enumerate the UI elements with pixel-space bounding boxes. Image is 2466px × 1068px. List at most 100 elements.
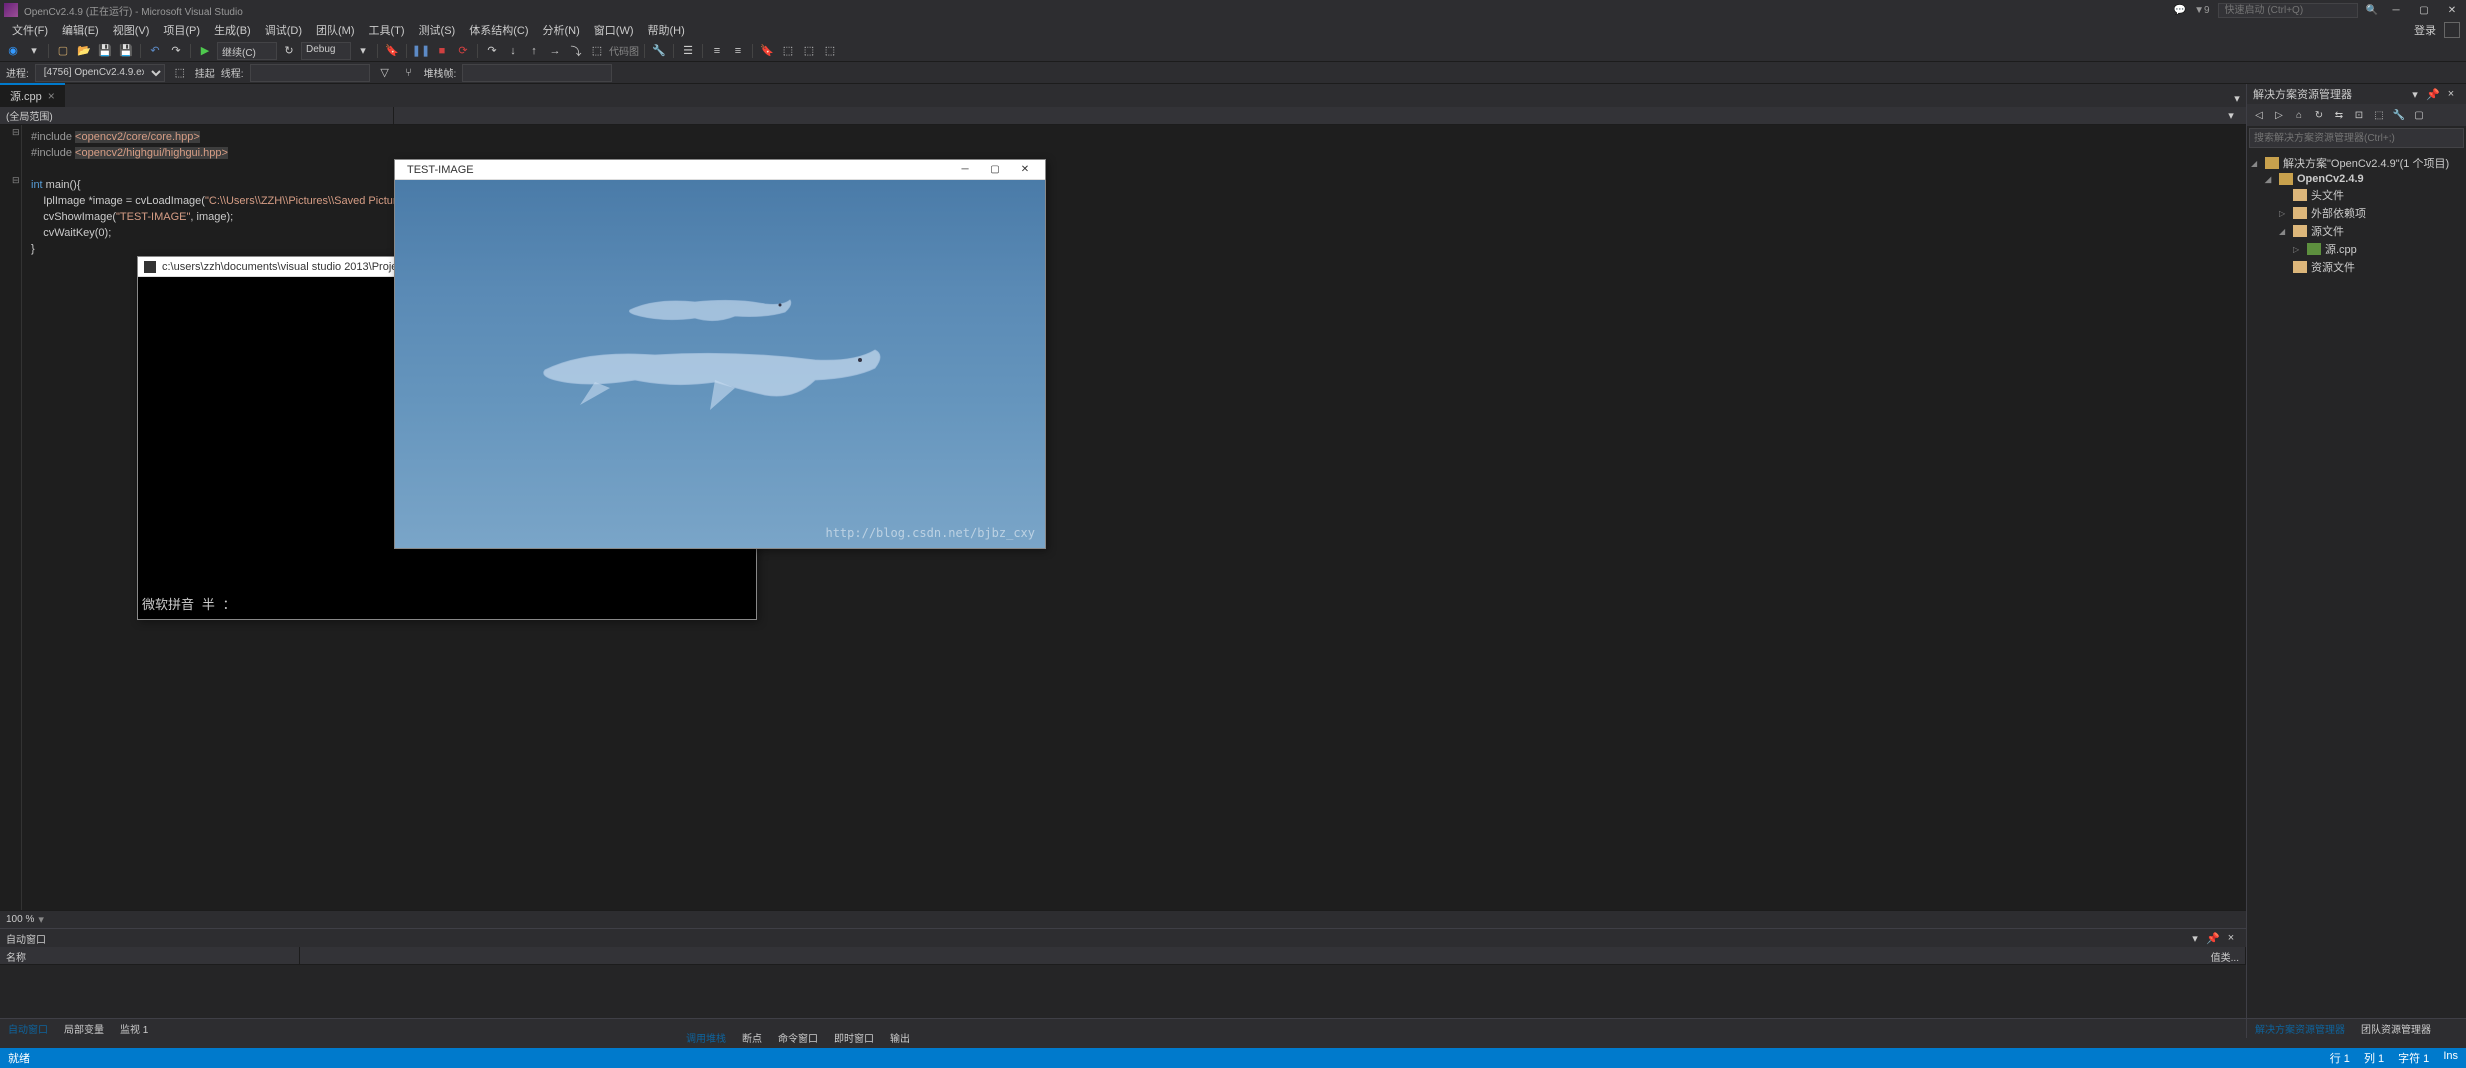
menu-test[interactable]: 测试(S) [413,20,462,40]
collapse-all-icon[interactable]: ⊡ [2351,107,2367,123]
tree-resources[interactable]: 资源文件 [2251,258,2462,276]
sln-close-icon[interactable]: × [2442,85,2460,103]
tab-output[interactable]: 输出 [882,1028,918,1048]
tab-breakpoint[interactable]: 断点 [734,1028,770,1048]
refresh-icon[interactable]: ↻ [2311,107,2327,123]
menu-help[interactable]: 帮助(H) [642,20,691,40]
img-close-button[interactable]: ✕ [1011,162,1039,178]
nav-back-button[interactable]: ◉ [4,42,22,60]
tree-headers[interactable]: 头文件 [2251,186,2462,204]
image-titlebar[interactable]: TEST-IMAGE ─ ▢ ✕ [395,160,1045,180]
forks-icon[interactable]: ⑂ [400,64,418,82]
auto-pin-icon[interactable]: 📌 [2204,929,2222,947]
step-into-button[interactable]: ↓ [504,42,522,60]
minimize-button[interactable]: ─ [2386,2,2406,18]
config-combo[interactable]: Debug [301,42,351,60]
tab-source-cpp[interactable]: 源.cpp × [0,83,65,107]
collapse-icon[interactable]: ⊟ [12,175,20,186]
menu-view[interactable]: 视图(V) [107,20,156,40]
show-next-button[interactable]: → [546,42,564,60]
filter-icon[interactable]: ▽ [376,64,394,82]
toolbox-button[interactable]: 🔧 [650,42,668,60]
account-icon[interactable] [2444,22,2460,38]
tab-callstack[interactable]: 调用堆栈 [678,1028,734,1048]
image-window[interactable]: TEST-IMAGE ─ ▢ ✕ http://blog.csdn.net/bj… [394,159,1046,549]
tab-cmd[interactable]: 命令窗口 [770,1028,826,1048]
nav-fwd-button[interactable]: ▾ [25,42,43,60]
zoom-level[interactable]: 100 % [6,914,34,925]
bookmark2-button[interactable]: ⬚ [779,42,797,60]
solution-search-input[interactable] [2249,128,2464,148]
tab-team[interactable]: 团队资源管理器 [2353,1019,2439,1038]
save-all-button[interactable]: 💾 [117,42,135,60]
step-out-button[interactable]: ↑ [525,42,543,60]
suspend-button[interactable]: ⬚ [171,64,189,82]
tab-solution[interactable]: 解决方案资源管理器 [2247,1019,2353,1038]
tree-source-cpp[interactable]: ▷源.cpp [2251,240,2462,258]
step-button[interactable]: ⤵ [567,42,585,60]
sync-icon[interactable]: ⇆ [2331,107,2347,123]
menu-project[interactable]: 项目(P) [157,20,206,40]
img-maximize-button[interactable]: ▢ [981,162,1009,178]
menu-window[interactable]: 窗口(W) [588,20,640,40]
notification-icon[interactable]: 💬 [2174,5,2186,16]
menu-debug[interactable]: 调试(D) [259,20,308,40]
bookmark4-button[interactable]: ⬚ [821,42,839,60]
sln-pin-icon[interactable]: 📌 [2424,85,2442,103]
tree-external[interactable]: ▷外部依赖项 [2251,204,2462,222]
indent-button[interactable]: ≡ [708,42,726,60]
tab-auto[interactable]: 自动窗口 [0,1019,56,1038]
tree-project[interactable]: ◢OpenCv2.4.9 [2251,172,2462,186]
show-all-icon[interactable]: ⬚ [2371,107,2387,123]
hex-button[interactable]: ⬚ [588,42,606,60]
find-button[interactable]: 🔖 [383,42,401,60]
outdent-button[interactable]: ≡ [729,42,747,60]
new-project-button[interactable]: ▢ [54,42,72,60]
search-icon[interactable]: 🔍 [2366,5,2378,16]
tab-dropdown-icon[interactable]: ▾ [2228,89,2246,107]
continue-combo[interactable]: 继续(C) [217,42,277,60]
tab-local[interactable]: 局部变量 [56,1019,112,1038]
process-select[interactable]: [4756] OpenCv2.4.9.exe [35,64,165,82]
collapse-icon[interactable]: ⊟ [12,127,20,138]
preview-icon[interactable]: ▢ [2411,107,2427,123]
col-name[interactable]: 名称 [0,947,300,964]
menu-build[interactable]: 生成(B) [208,20,257,40]
tab-watch[interactable]: 监视 1 [112,1019,156,1038]
tab-close-icon[interactable]: × [48,89,55,103]
back-icon[interactable]: ◁ [2251,107,2267,123]
sln-dropdown-icon[interactable]: ▾ [2406,85,2424,103]
zoom-dropdown-icon[interactable]: ▾ [38,913,44,926]
quick-launch-input[interactable] [2218,3,2358,18]
redo-button[interactable]: ↷ [167,42,185,60]
stackframe-input[interactable] [462,64,612,82]
tree-solution[interactable]: ◢解决方案"OpenCv2.4.9"(1 个项目) [2251,154,2462,172]
fwd-icon[interactable]: ▷ [2271,107,2287,123]
menu-team[interactable]: 团队(M) [310,20,361,40]
col-value[interactable]: 值类... [300,947,2246,964]
menu-arch[interactable]: 体系结构(C) [463,20,534,40]
restart-button[interactable]: ⟳ [454,42,472,60]
login-link[interactable]: 登录 [2414,22,2436,38]
home-icon[interactable]: ⌂ [2291,107,2307,123]
save-button[interactable]: 💾 [96,42,114,60]
stop-button[interactable]: ■ [433,42,451,60]
close-button[interactable]: ✕ [2442,2,2462,18]
menu-edit[interactable]: 编辑(E) [56,20,105,40]
comment-button[interactable]: ☰ [679,42,697,60]
open-file-button[interactable]: 📂 [75,42,93,60]
maximize-button[interactable]: ▢ [2414,2,2434,18]
thread-input[interactable] [250,64,370,82]
menu-analyze[interactable]: 分析(N) [537,20,586,40]
bookmark-button[interactable]: 🔖 [758,42,776,60]
auto-close-icon[interactable]: × [2222,929,2240,947]
menu-tools[interactable]: 工具(T) [363,20,411,40]
scope-nav-icon[interactable]: ▾ [2222,107,2240,125]
img-minimize-button[interactable]: ─ [951,162,979,178]
undo-button[interactable]: ↶ [146,42,164,60]
flag-icon[interactable]: ▼9 [2194,5,2209,16]
tab-immediate[interactable]: 即时窗口 [826,1028,882,1048]
auto-dropdown-icon[interactable]: ▾ [2186,929,2204,947]
menu-file[interactable]: 文件(F) [6,20,54,40]
step-over-button[interactable]: ↷ [483,42,501,60]
